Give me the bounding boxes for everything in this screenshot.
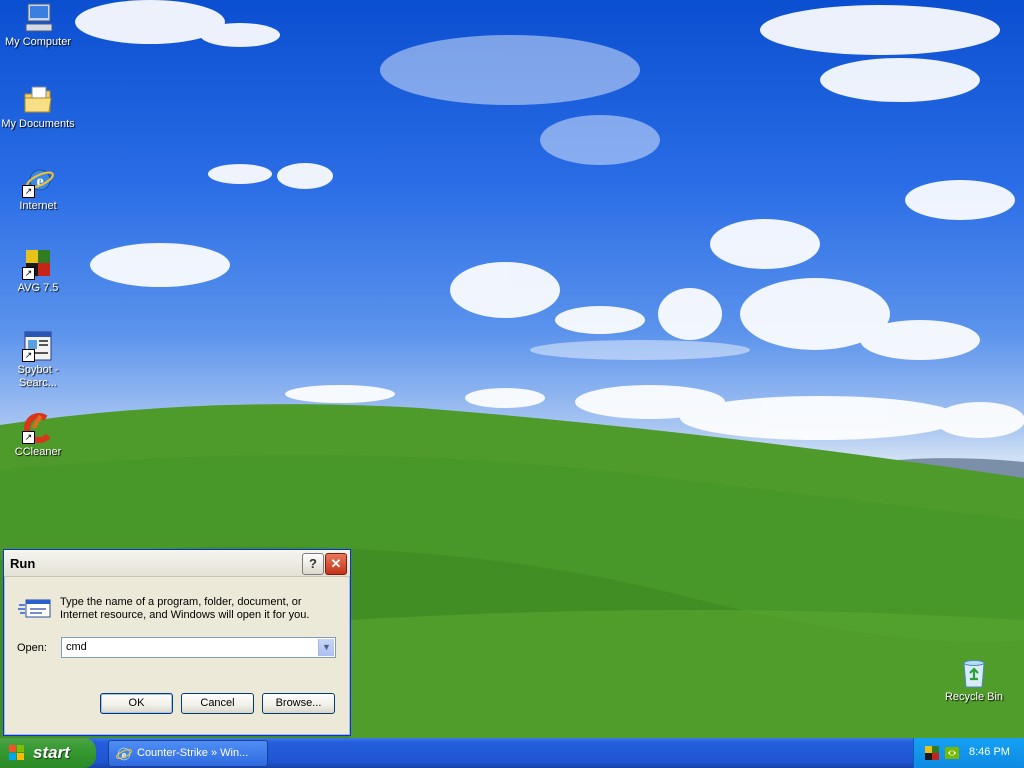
spybot-icon: ↗ [22, 330, 54, 362]
desktop-icon-ccleaner[interactable]: ↗ CCleaner [0, 412, 76, 459]
desktop-icon-internet[interactable]: e ↗ Internet [0, 166, 76, 213]
open-input[interactable] [66, 640, 314, 654]
desktop-icon-label-line1: Spybot - [17, 364, 59, 376]
desktop[interactable]: My Computer My Documents e ↗ Internet ↗ … [0, 0, 1024, 738]
desktop-icon-recycle-bin[interactable]: Recycle Bin [936, 657, 1012, 704]
desktop-icon-label: Spybot - Searc... [0, 364, 76, 390]
start-label: start [33, 743, 70, 762]
open-label: Open: [17, 642, 47, 654]
start-button[interactable]: start [0, 738, 96, 768]
chevron-down-icon: ▼ [322, 642, 331, 652]
run-dialog-title: Run [10, 556, 36, 571]
desktop-icon-label: Recycle Bin [944, 691, 1004, 703]
desktop-icon-avg[interactable]: ↗ AVG 7.5 [0, 248, 76, 295]
help-icon: ? [309, 556, 317, 571]
close-icon: ✕ [330, 556, 342, 571]
run-program-icon [18, 596, 52, 622]
internet-explorer-icon: e ↗ [22, 166, 54, 198]
shortcut-arrow-icon: ↗ [22, 185, 35, 198]
desktop-icon-my-computer[interactable]: My Computer [0, 2, 76, 49]
cancel-button[interactable]: Cancel [181, 693, 254, 714]
ok-button[interactable]: OK [100, 693, 173, 714]
run-dialog-titlebar[interactable]: Run ? ✕ [4, 550, 350, 577]
desktop-icon-label-line2: Searc... [19, 377, 57, 389]
my-documents-icon [22, 84, 54, 116]
open-combobox[interactable]: ▼ [61, 637, 336, 658]
internet-explorer-icon: e [116, 746, 132, 762]
desktop-icon-label: AVG 7.5 [17, 282, 59, 294]
ccleaner-icon: ↗ [22, 412, 54, 444]
desktop-icon-label: CCleaner [14, 446, 62, 458]
shortcut-arrow-icon: ↗ [22, 431, 35, 444]
desktop-icon-label: Internet [19, 200, 57, 212]
recycle-bin-icon [958, 657, 990, 689]
shortcut-arrow-icon: ↗ [22, 267, 35, 280]
system-tray: 8:46 PM [913, 738, 1024, 768]
avg-icon: ↗ [22, 248, 54, 280]
desktop-icon-label: My Computer [4, 36, 72, 48]
taskbar-item-counter-strike[interactable]: e Counter-Strike » Win... [108, 740, 268, 767]
shortcut-arrow-icon: ↗ [22, 349, 35, 362]
nvidia-tray-icon[interactable] [944, 745, 960, 761]
windows-flag-icon [9, 745, 25, 761]
desktop-icon-spybot[interactable]: ↗ Spybot - Searc... [0, 330, 76, 390]
run-dialog: Run ? ✕ Type the name of a program, fold… [3, 549, 351, 736]
desktop-icon-label: My Documents [1, 118, 75, 130]
combo-dropdown-button[interactable]: ▼ [318, 639, 334, 656]
desktop-icon-my-documents[interactable]: My Documents [0, 84, 76, 131]
taskbar: start e Counter-Strike » Win... 8:46 PM [0, 738, 1024, 768]
help-button[interactable]: ? [302, 553, 324, 575]
avg-tray-icon[interactable] [924, 745, 940, 761]
close-button[interactable]: ✕ [325, 553, 347, 575]
taskbar-item-label: Counter-Strike » Win... [137, 747, 249, 759]
my-computer-icon [22, 2, 54, 34]
run-dialog-description: Type the name of a program, folder, docu… [60, 596, 310, 621]
browse-button[interactable]: Browse... [262, 693, 335, 714]
clock[interactable]: 8:46 PM [969, 746, 1010, 758]
